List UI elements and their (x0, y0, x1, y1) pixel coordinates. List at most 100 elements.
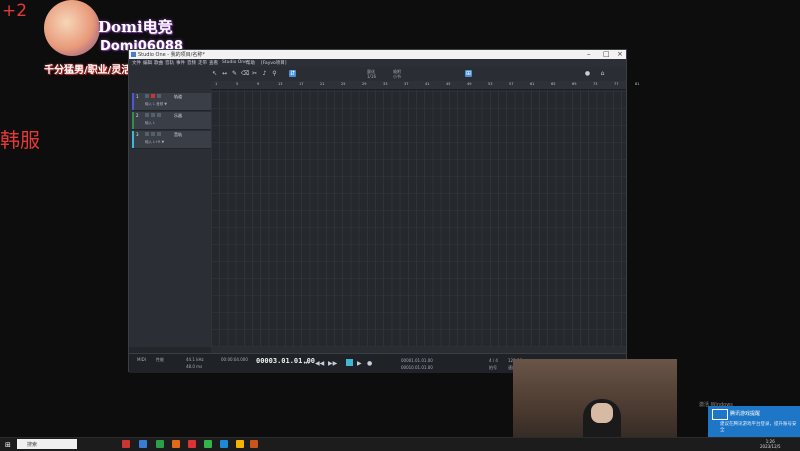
taskbar-search[interactable]: 搜索 (17, 439, 77, 449)
close-button[interactable]: × (617, 50, 623, 59)
edge-icon[interactable] (220, 440, 228, 448)
app-icon[interactable] (172, 440, 180, 448)
track-number: 3 (136, 132, 139, 137)
toast-icon (712, 409, 728, 420)
time-signature[interactable]: 4 / 4 (489, 358, 498, 363)
zoom-tool-icon[interactable]: ⚲ (271, 70, 278, 77)
ruler-label: 29 (362, 82, 367, 86)
track-input[interactable]: 输入 L+R ▼ (145, 140, 164, 145)
daw-window: Studio One - 我的项目/名称* – □ × 文件 编辑 歌曲 音轨 … (128, 49, 639, 373)
menu-audio[interactable]: 音频 (187, 60, 196, 66)
ruler-label: 73 (593, 82, 598, 86)
latency: 48.0 ms (186, 364, 203, 369)
monitor-button[interactable] (157, 94, 161, 98)
rewind-start-icon[interactable]: ⏮ (304, 360, 309, 368)
track-row[interactable]: 1 轨道 输入 L 音频 ▼ (132, 93, 211, 111)
app-icon[interactable] (156, 440, 164, 448)
play-button[interactable]: ▶ (357, 360, 362, 367)
snap-value[interactable]: 小节 (393, 74, 401, 80)
forward-icon[interactable]: ▶▶ (328, 360, 337, 367)
rewind-icon[interactable]: ◀◀ (315, 360, 324, 367)
stop-button[interactable] (346, 359, 353, 366)
title-bar: Studio One - 我的项目/名称* – □ × (129, 50, 626, 59)
app-icon[interactable] (122, 440, 130, 448)
track-row[interactable]: 2 乐器 输入 L (132, 112, 211, 130)
ruler-label: 61 (530, 82, 535, 86)
user-icon[interactable]: ● (584, 70, 591, 77)
ruler-label: 21 (320, 82, 325, 86)
signature-label: 拍号 (489, 365, 497, 370)
arrow-tool-icon[interactable]: ↖ (211, 70, 218, 77)
menu-track[interactable]: 音轨 (165, 60, 174, 66)
taskbar: ⊞ 搜索 1:26 2023/12/5 (0, 437, 800, 451)
ruler-label: 37 (404, 82, 409, 86)
arrange-timeline[interactable] (211, 81, 626, 347)
sample-rate: 44.1 kHz (186, 357, 204, 362)
eraser-tool-icon[interactable]: ⌫ (241, 70, 249, 77)
studio-one-icon[interactable] (250, 440, 258, 448)
solo-button[interactable] (151, 132, 155, 136)
timeline-ruler[interactable]: 1 5 9 13 17 21 25 29 33 37 41 45 49 53 57 61 65 69 73 77 81 (211, 81, 639, 90)
ruler-label: 77 (614, 82, 619, 86)
app-icon[interactable] (236, 440, 244, 448)
minimize-button[interactable]: – (587, 50, 591, 59)
menu-file[interactable]: 文件 (132, 60, 141, 66)
track-name[interactable]: 音轨 (174, 132, 182, 138)
menu-studioone[interactable]: Studio One (222, 60, 247, 65)
track-name[interactable]: 乐器 (174, 113, 182, 119)
ruler-label: 1 (215, 82, 218, 86)
app-icon[interactable] (188, 440, 196, 448)
mix-toggle-icon[interactable]: ⊞ (465, 70, 472, 77)
track-input[interactable]: 输入 L (145, 121, 155, 126)
ruler-label: 57 (509, 82, 514, 86)
right-locator[interactable]: 00010.01.01.00 (401, 365, 433, 370)
mute-button[interactable] (145, 113, 149, 117)
track-name[interactable]: 轨道 (174, 94, 182, 100)
solo-button[interactable] (151, 113, 155, 117)
mute-button[interactable] (145, 94, 149, 98)
home-icon[interactable]: ⌂ (599, 70, 606, 77)
menu-bar: 文件 编辑 歌曲 音轨 事件 音频 走带 查看 Studio One 帮助 [F… (129, 59, 626, 67)
ruler-label: 69 (572, 82, 577, 86)
split-tool-icon[interactable]: ✂ (251, 70, 258, 77)
ruler-label: 33 (383, 82, 388, 86)
app-icon (131, 52, 136, 57)
menu-event[interactable]: 事件 (176, 60, 185, 66)
mute-button[interactable] (145, 132, 149, 136)
track-row[interactable]: 3 音轨 输入 L+R ▼ (132, 131, 211, 149)
menu-view[interactable]: 查看 (209, 60, 218, 66)
pencil-tool-icon[interactable]: ✎ (231, 70, 238, 77)
track-input[interactable]: 输入 L 音频 ▼ (145, 102, 167, 107)
search-placeholder: 搜索 (27, 442, 38, 448)
quantize-value[interactable]: 1/16 (367, 74, 376, 79)
ruler-label: 5 (236, 82, 239, 86)
menu-help[interactable]: 帮助 (246, 60, 255, 66)
ruler-label: 17 (299, 82, 304, 86)
track-color (132, 93, 134, 110)
notification-toast[interactable]: 腾讯游戏提醒 建议在腾讯游戏平台登录，提升账号安全 (708, 406, 800, 437)
taskbar-clock[interactable]: 1:26 2023/12/5 (760, 439, 781, 449)
menu-project[interactable]: [Fayvo项目] (261, 60, 287, 66)
window-title: Studio One - 我的项目/名称* (138, 52, 205, 58)
maximize-button[interactable]: □ (603, 50, 610, 59)
monitor-button[interactable] (157, 132, 161, 136)
duration-readout: 00:00:04.000 (221, 357, 248, 362)
snap-toggle-icon[interactable]: ⇵ (289, 70, 296, 77)
app-icon[interactable] (139, 440, 147, 448)
menu-edit[interactable]: 编辑 (143, 60, 152, 66)
menu-song[interactable]: 歌曲 (154, 60, 163, 66)
left-locator[interactable]: 00001.01.01.00 (401, 358, 433, 363)
ruler-label: 9 (257, 82, 260, 86)
record-button[interactable]: ● (367, 360, 372, 367)
streamer-face (591, 403, 613, 423)
record-button[interactable] (151, 94, 155, 98)
menu-transport[interactable]: 走带 (198, 60, 207, 66)
monitor-button[interactable] (157, 113, 161, 117)
ruler-label: 49 (467, 82, 472, 86)
windows-start-icon[interactable]: ⊞ (5, 441, 11, 449)
wechat-icon[interactable] (204, 440, 212, 448)
ruler-label: 13 (278, 82, 283, 86)
listen-tool-icon[interactable]: ♪ (261, 70, 268, 77)
ruler-label: 41 (425, 82, 430, 86)
range-tool-icon[interactable]: ↔ (221, 70, 228, 77)
